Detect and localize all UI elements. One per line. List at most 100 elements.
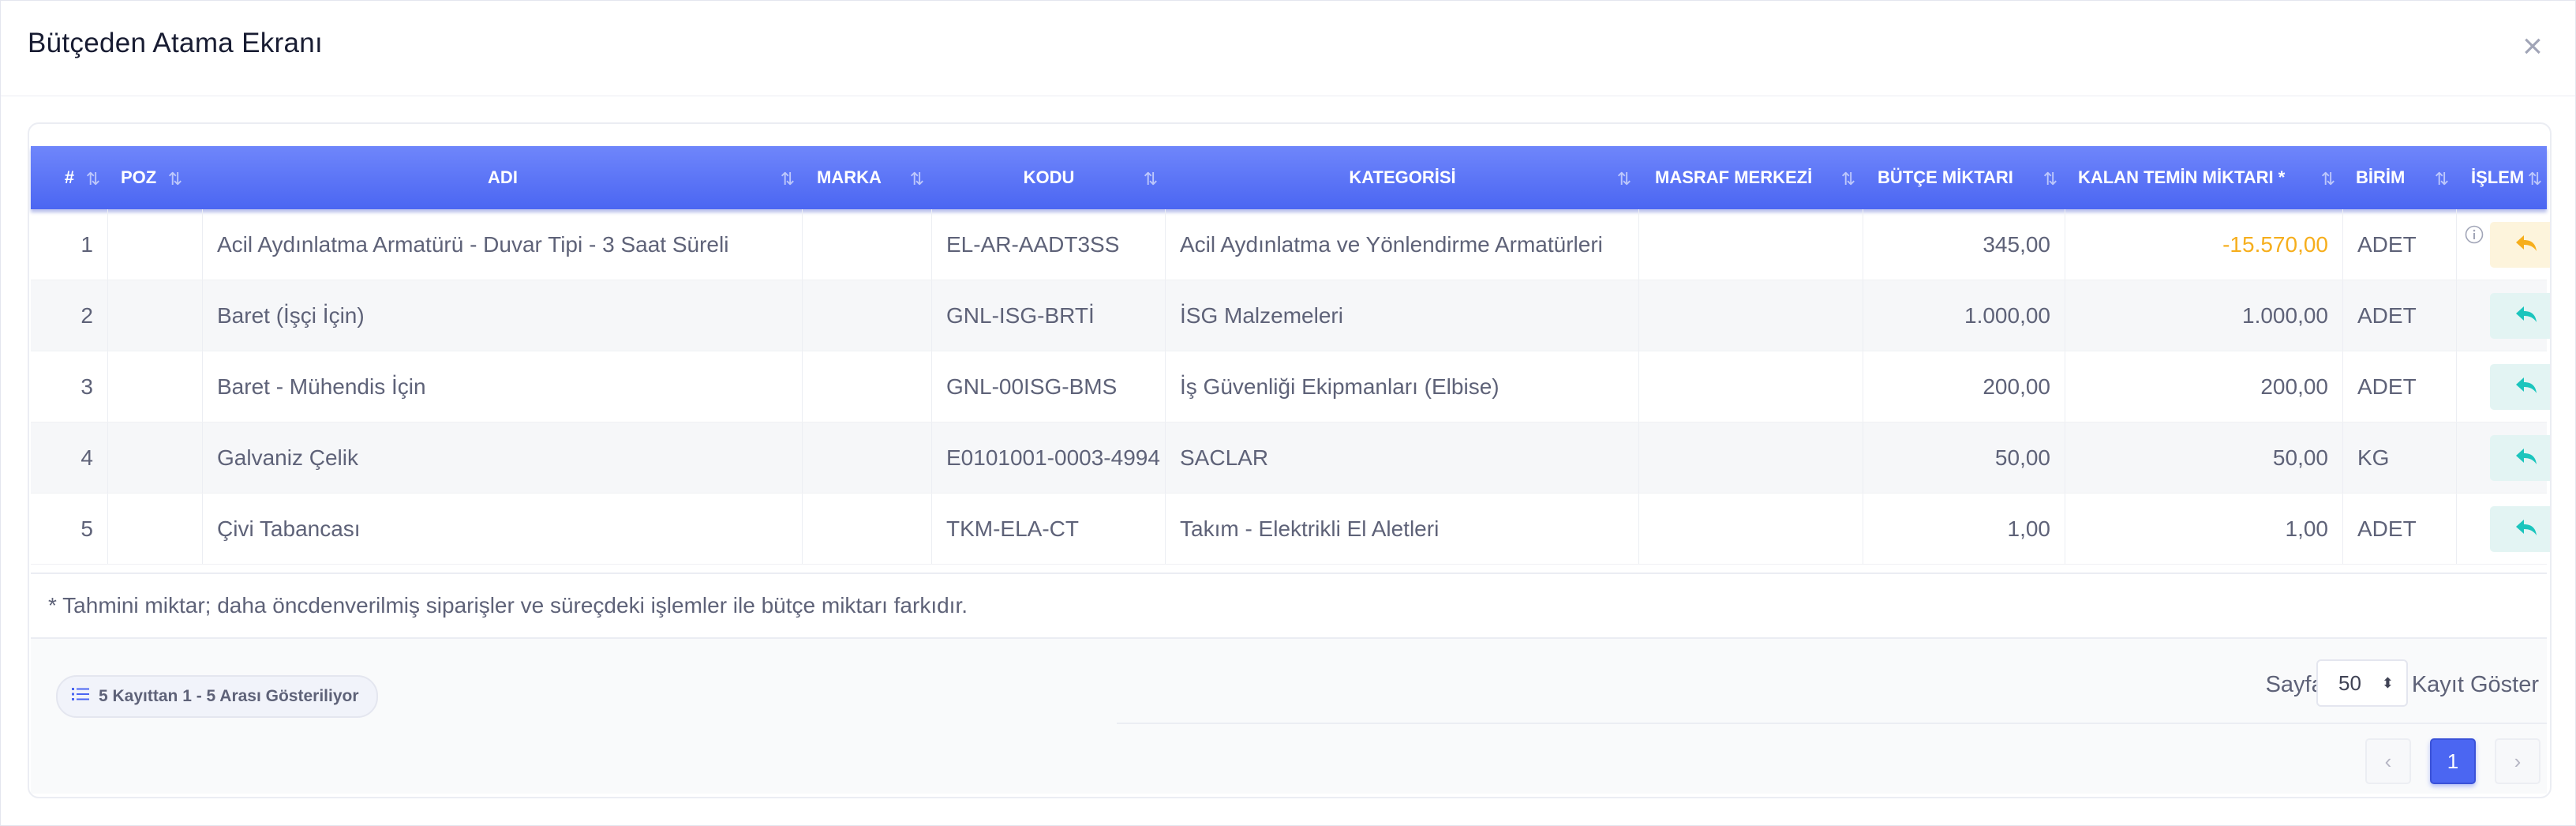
assign-button[interactable] xyxy=(2490,222,2550,268)
cell-kodu: EL-AR-AADT3SS xyxy=(932,209,1166,280)
column-header-kodu[interactable]: KODU ⇅ xyxy=(932,146,1166,209)
cell-adi: Baret (İşçi İçin) xyxy=(203,280,803,351)
modal-title: Bütçeden Atama Ekranı xyxy=(28,28,324,58)
sort-icon[interactable]: ⇅ xyxy=(1614,146,1634,209)
cell-kalan: 50,00 xyxy=(2065,422,2343,494)
cell-masraf xyxy=(1639,280,1863,351)
table-header: # ⇅ POZ ⇅ ADI ⇅ MARKA ⇅ KODU ⇅ KATEGORİSİ ⇅ MA… xyxy=(31,146,2547,209)
reply-icon xyxy=(2514,376,2538,399)
column-header-label: ADI xyxy=(488,167,518,187)
cell-birim: ADET xyxy=(2343,351,2457,422)
table-card: # ⇅ POZ ⇅ ADI ⇅ MARKA ⇅ KODU ⇅ KATEGORİSİ ⇅ MA… xyxy=(28,122,2552,798)
sort-icon[interactable]: ⇅ xyxy=(1140,146,1161,209)
cell-poz xyxy=(108,351,203,422)
cell-poz xyxy=(108,494,203,565)
cell-birim: ADET xyxy=(2343,209,2457,280)
table-note: * Tahmini miktar; daha öncdenverilmiş si… xyxy=(48,593,968,618)
cell-masraf xyxy=(1639,209,1863,280)
table-row: 3 Baret - Mühendis İçin GNL-00ISG-BMS İş Gü… xyxy=(31,351,2550,422)
pager-page-1-button[interactable]: 1 xyxy=(2430,738,2476,784)
page-size-select[interactable]: 50 ⬍ xyxy=(2316,659,2408,707)
column-header-butce[interactable]: BÜTÇE MİKTARI ⇅ xyxy=(1863,146,2065,209)
column-header-no[interactable]: # ⇅ xyxy=(31,146,108,209)
column-header-adi[interactable]: ADI ⇅ xyxy=(203,146,803,209)
cell-kodu: TKM-ELA-CT xyxy=(932,494,1166,565)
reply-icon xyxy=(2514,305,2538,328)
table-row: 2 Baret (İşçi İçin) GNL-ISG-BRTİ İSG Malzem… xyxy=(31,280,2550,351)
column-header-poz[interactable]: POZ ⇅ xyxy=(108,146,203,209)
record-count-text: 5 Kayıttan 1 - 5 Arası Gösteriliyor xyxy=(99,687,359,705)
cell-marka xyxy=(803,494,932,565)
sort-icon[interactable]: ⇅ xyxy=(2525,146,2545,209)
cell-butce: 50,00 xyxy=(1863,422,2065,494)
cell-butce: 1,00 xyxy=(1863,494,2065,565)
table-footer: 5 Kayıttan 1 - 5 Arası Gösteriliyor Sayf… xyxy=(31,639,2547,794)
cell-marka xyxy=(803,351,932,422)
page-size-value: 50 xyxy=(2338,671,2361,695)
assign-button[interactable] xyxy=(2490,506,2550,552)
cell-birim: ADET xyxy=(2343,494,2457,565)
cell-masraf xyxy=(1639,422,1863,494)
column-header-kategori[interactable]: KATEGORİSİ ⇅ xyxy=(1166,146,1639,209)
table-row: 4 Galvaniz Çelik E0101001-0003-4994 SACLAR 5… xyxy=(31,422,2550,494)
cell-kategori: Takım - Elektrikli El Aletleri xyxy=(1166,494,1639,565)
column-header-label: # xyxy=(64,167,75,187)
cell-no: 5 xyxy=(31,494,108,565)
footer-divider xyxy=(1117,723,2547,724)
cell-no: 2 xyxy=(31,280,108,351)
sort-icon[interactable]: ⇅ xyxy=(83,146,103,209)
record-count-badge: 5 Kayıttan 1 - 5 Arası Gösteriliyor xyxy=(56,675,378,718)
sort-icon[interactable]: ⇅ xyxy=(2432,146,2452,209)
cell-kategori: İSG Malzemeleri xyxy=(1166,280,1639,351)
cell-butce: 200,00 xyxy=(1863,351,2065,422)
column-header-birim[interactable]: BİRİM ⇅ xyxy=(2343,146,2457,209)
reply-icon xyxy=(2514,234,2538,257)
info-icon[interactable] xyxy=(2465,225,2484,244)
cell-birim: KG xyxy=(2343,422,2457,494)
table-row: 5 Çivi Tabancası TKM-ELA-CT Takım - Elektri… xyxy=(31,494,2550,565)
cell-kalan: -15.570,00 xyxy=(2065,209,2343,280)
column-header-islem[interactable]: İŞLEM ⇅ xyxy=(2457,146,2547,209)
cell-no: 4 xyxy=(31,422,108,494)
cell-marka xyxy=(803,209,932,280)
cell-adi: Galvaniz Çelik xyxy=(203,422,803,494)
sort-icon[interactable]: ⇅ xyxy=(165,146,185,209)
reply-icon xyxy=(2514,447,2538,470)
sort-icon[interactable]: ⇅ xyxy=(2318,146,2338,209)
select-caret-icon: ⬍ xyxy=(2381,675,2394,691)
assign-button[interactable] xyxy=(2490,293,2550,339)
cell-marka xyxy=(803,422,932,494)
cell-kategori: Acil Aydınlatma ve Yönlendirme Armatürle… xyxy=(1166,209,1639,280)
cell-no: 1 xyxy=(31,209,108,280)
cell-adi: Baret - Mühendis İçin xyxy=(203,351,803,422)
assign-button[interactable] xyxy=(2490,364,2550,410)
close-icon[interactable]: × xyxy=(2517,29,2548,64)
pager-next-button[interactable]: › xyxy=(2495,738,2540,784)
sort-icon[interactable]: ⇅ xyxy=(2040,146,2061,209)
column-header-label: İŞLEM xyxy=(2471,167,2525,187)
cell-poz xyxy=(108,209,203,280)
column-header-marka[interactable]: MARKA ⇅ xyxy=(803,146,932,209)
table-row: 1 Acil Aydınlatma Armatürü - Duvar Tipi -… xyxy=(31,209,2550,280)
cell-adi: Çivi Tabancası xyxy=(203,494,803,565)
column-header-label: POZ xyxy=(121,167,157,187)
cell-adi: Acil Aydınlatma Armatürü - Duvar Tipi - … xyxy=(203,209,803,280)
sort-icon[interactable]: ⇅ xyxy=(777,146,798,209)
sort-icon[interactable]: ⇅ xyxy=(907,146,927,209)
sort-icon[interactable]: ⇅ xyxy=(1838,146,1859,209)
cell-marka xyxy=(803,280,932,351)
cell-masraf xyxy=(1639,351,1863,422)
modal-header: Bütçeden Atama Ekranı × xyxy=(1,1,2575,96)
assign-button[interactable] xyxy=(2490,435,2550,481)
column-header-masraf[interactable]: MASRAF MERKEZİ ⇅ xyxy=(1639,146,1863,209)
column-header-kalan[interactable]: KALAN TEMİN MİKTARI * ⇅ xyxy=(2065,146,2343,209)
cell-kodu: E0101001-0003-4994 xyxy=(932,422,1166,494)
cell-masraf xyxy=(1639,494,1863,565)
pager-prev-button[interactable]: ‹ xyxy=(2365,738,2411,784)
column-header-label: KODU xyxy=(1023,167,1075,187)
table-note-bar: * Tahmini miktar; daha öncdenverilmiş si… xyxy=(31,573,2547,639)
page-size-suffix: Kayıt Göster xyxy=(2411,672,2539,697)
column-header-label: BÜTÇE MİKTARI xyxy=(1878,167,2013,187)
cell-kategori: İş Güvenliği Ekipmanları (Elbise) xyxy=(1166,351,1639,422)
column-header-label: MASRAF MERKEZİ xyxy=(1655,167,1813,187)
